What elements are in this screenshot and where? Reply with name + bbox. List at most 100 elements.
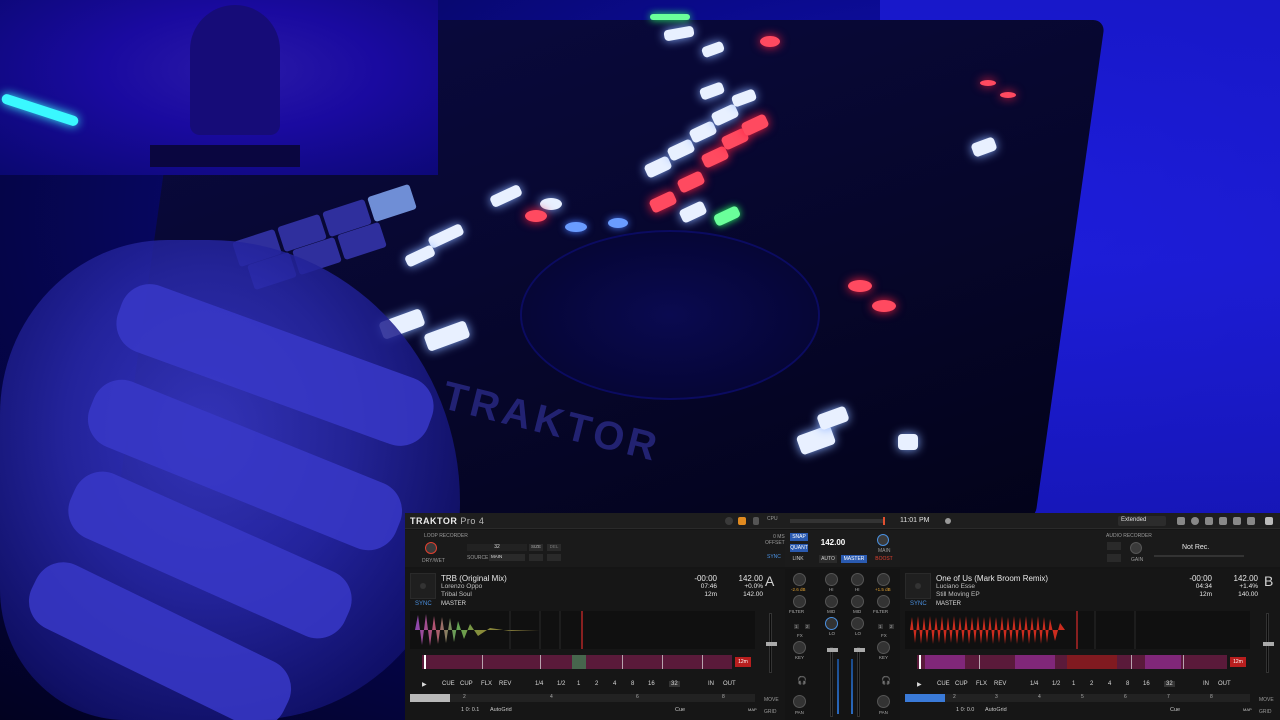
auto-button[interactable]: AUTO <box>819 555 837 563</box>
deck-a-play-button[interactable]: ▶ <box>422 681 427 688</box>
play-button[interactable] <box>547 554 561 561</box>
rec-button[interactable] <box>1107 554 1121 562</box>
boost-button[interactable]: BOOST <box>873 555 895 563</box>
deck-a-tempo-fader[interactable] <box>766 613 777 673</box>
key-a-knob[interactable] <box>793 641 806 654</box>
record-button[interactable] <box>529 554 543 561</box>
midi-icon[interactable] <box>738 517 746 525</box>
list-icon[interactable] <box>1177 517 1185 525</box>
deck-a-waveform[interactable] <box>410 611 755 649</box>
layout-select[interactable]: Extended <box>1118 516 1166 526</box>
deck-b-cue-bar[interactable]: 2 3 4 5 6 7 8 <box>905 694 1250 702</box>
source-select[interactable]: MAIN <box>489 554 525 561</box>
channel-a-fader[interactable] <box>827 647 838 717</box>
ni-logo-icon[interactable] <box>1265 517 1273 525</box>
loop-size[interactable]: 4 <box>613 681 616 687</box>
deck-b-cue-type[interactable]: Cue <box>1170 707 1180 713</box>
gain-knob[interactable] <box>1130 542 1142 554</box>
deck-b-flx-button[interactable]: FLX <box>976 681 987 687</box>
deck-a-cue-type[interactable]: Cue <box>675 707 685 713</box>
lo-a-knob[interactable] <box>825 617 838 630</box>
master-button[interactable]: MASTER <box>841 555 867 563</box>
deck-b-in-button[interactable]: IN <box>1203 681 1209 687</box>
hi-a-knob[interactable] <box>825 573 838 586</box>
main-knob[interactable] <box>877 534 889 546</box>
dry-wet-knob[interactable] <box>425 542 437 554</box>
lo-b-knob[interactable] <box>851 617 864 630</box>
deck-a-out-button[interactable]: OUT <box>723 681 736 687</box>
gain-b-knob[interactable] <box>877 573 890 586</box>
deck-a-stripe[interactable] <box>422 655 732 669</box>
browser-icon[interactable] <box>1219 517 1227 525</box>
deck-a-master-button[interactable]: MASTER <box>441 601 466 607</box>
deck-b-map[interactable]: MAP <box>1243 707 1252 712</box>
hi-b-knob[interactable] <box>851 573 864 586</box>
loop-size[interactable]: 8 <box>1126 681 1129 687</box>
deck-b-sync-button[interactable]: SYNC <box>910 601 927 607</box>
deck-a-sync-button[interactable]: SYNC <box>415 601 432 607</box>
window-icon[interactable] <box>1205 517 1213 525</box>
deck-a-cue-button[interactable]: CUE <box>442 681 455 687</box>
deck-a-grid[interactable]: AutoGrid <box>490 707 512 713</box>
loop-size[interactable]: 2 <box>595 681 598 687</box>
link-button[interactable]: LINK <box>789 555 807 563</box>
del-button[interactable]: DEL <box>547 544 561 551</box>
mid-a-knob[interactable] <box>825 595 838 608</box>
headphone-b-icon[interactable]: 🎧 <box>881 676 891 685</box>
headphone-a-icon[interactable]: 🎧 <box>797 676 807 685</box>
deck-b-waveform[interactable] <box>905 611 1250 649</box>
loop-size[interactable]: 1 <box>577 681 580 687</box>
fx-assign-a-1[interactable]: 1 <box>794 624 799 629</box>
key-b-knob[interactable] <box>877 641 890 654</box>
deck-a-cue-bar[interactable]: 2 4 6 8 <box>410 694 755 702</box>
audio-icon[interactable] <box>725 517 733 525</box>
deck-b-letter[interactable]: B <box>1264 573 1273 589</box>
loop-size-active[interactable]: 32 <box>1164 681 1175 687</box>
loop-size[interactable]: 1/2 <box>1052 681 1060 687</box>
loop-size-active[interactable]: 32 <box>669 681 680 687</box>
deck-b-cup-button[interactable]: CUP <box>955 681 968 687</box>
fader-cap[interactable] <box>827 648 838 652</box>
size-button[interactable]: SIZE <box>529 544 543 551</box>
deck-b-cover-art[interactable] <box>905 573 931 599</box>
deck-b-play-button[interactable]: ▶ <box>917 681 922 688</box>
deck-a-cover-art[interactable] <box>410 573 436 599</box>
fx-assign-b-2[interactable]: 2 <box>889 624 894 629</box>
master-bpm[interactable]: 142.00 <box>813 538 853 548</box>
loop-size[interactable]: 2 <box>1090 681 1093 687</box>
loop-size[interactable]: 4 <box>1108 681 1111 687</box>
loop-length[interactable]: 32 <box>467 544 527 551</box>
deck-a-in-button[interactable]: IN <box>708 681 714 687</box>
fader-cap[interactable] <box>1263 642 1274 646</box>
deck-a-rev-button[interactable]: REV <box>499 681 511 687</box>
deck-b-rev-button[interactable]: REV <box>994 681 1006 687</box>
deck-a-flx-button[interactable]: FLX <box>481 681 492 687</box>
loop-size[interactable]: 1 <box>1072 681 1075 687</box>
loop-size[interactable]: 8 <box>631 681 634 687</box>
filter-a-knob[interactable] <box>793 595 806 608</box>
fader-cap[interactable] <box>766 642 777 646</box>
deck-b-stripe[interactable] <box>917 655 1227 669</box>
cue-slot-active[interactable] <box>410 694 450 702</box>
deck-a-letter[interactable]: A <box>765 573 774 589</box>
loop-size[interactable]: 16 <box>1143 681 1150 687</box>
loop-size[interactable]: 1/4 <box>1030 681 1038 687</box>
fx-assign-a-2[interactable]: 2 <box>805 624 810 629</box>
quant-button[interactable]: QUANT <box>790 544 808 552</box>
deck-a-cup-button[interactable]: CUP <box>460 681 473 687</box>
deck-a-map[interactable]: MAP <box>748 707 757 712</box>
fx-assign-b-1[interactable]: 1 <box>878 624 883 629</box>
deck-b-tempo-fader[interactable] <box>1263 613 1274 673</box>
gain-a-knob[interactable] <box>793 573 806 586</box>
snap-button[interactable]: SNAP <box>790 533 808 541</box>
pan-b-knob[interactable] <box>877 695 890 708</box>
channel-b-fader[interactable] <box>854 647 865 717</box>
deck-b-master-button[interactable]: MASTER <box>936 601 961 607</box>
fader-cap[interactable] <box>854 648 865 652</box>
deck-b-cue-button[interactable]: CUE <box>937 681 950 687</box>
deck-b-grid[interactable]: AutoGrid <box>985 707 1007 713</box>
deck-b-out-button[interactable]: OUT <box>1218 681 1231 687</box>
mid-b-knob[interactable] <box>851 595 864 608</box>
pan-a-knob[interactable] <box>793 695 806 708</box>
cut-button[interactable] <box>1107 542 1121 550</box>
